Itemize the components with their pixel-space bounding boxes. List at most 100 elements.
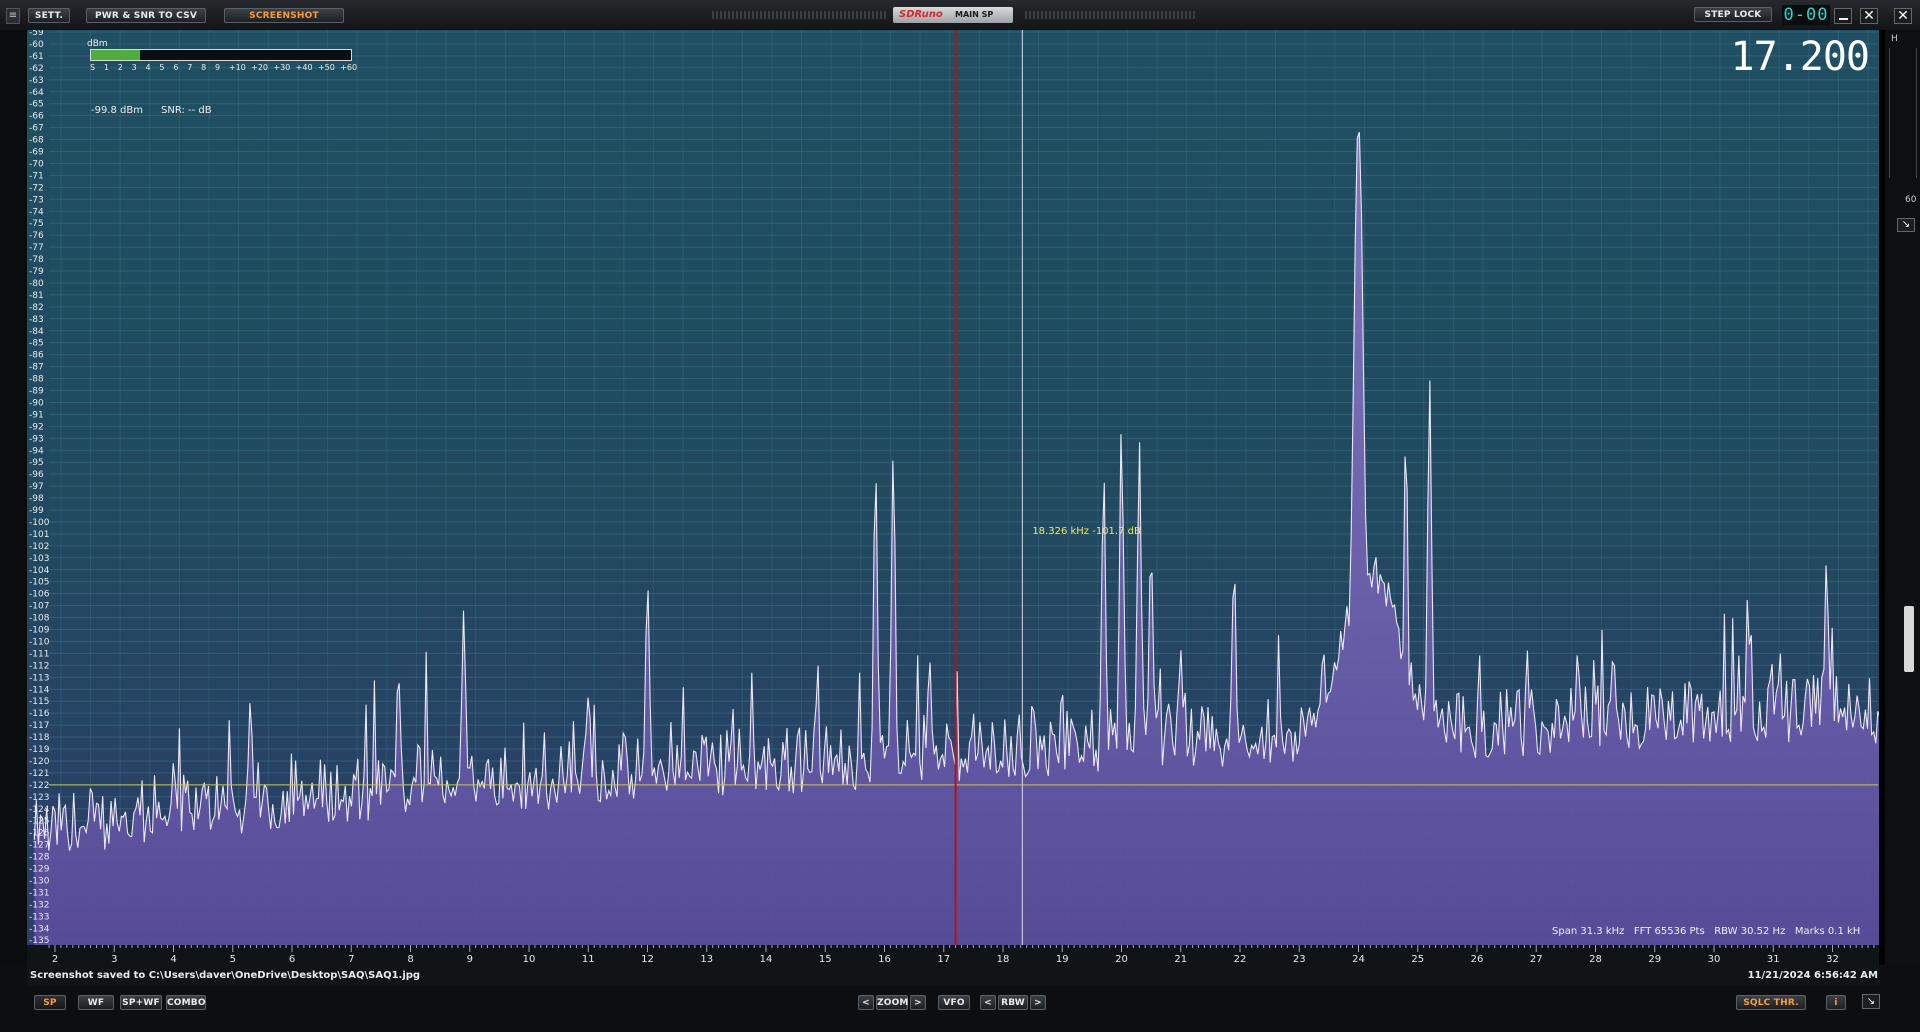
snr-readout: SNR: -- dB [161, 105, 212, 116]
meter-scale-label: 1 [103, 63, 109, 72]
y-tick-label: -65 [29, 100, 44, 110]
combo-mode-button[interactable]: COMBO [166, 995, 206, 1010]
y-tick-label: -80 [29, 279, 44, 289]
y-tick-label: -67 [29, 124, 44, 134]
x-tick-label: 26 [1471, 954, 1484, 965]
minimize-icon[interactable] [1834, 8, 1852, 24]
x-tick-label: 23 [1293, 954, 1306, 965]
x-tick-label: 30 [1708, 954, 1721, 965]
title-toolbar: ≡ SETT. PWR & SNR TO CSV SCREENSHOT SDRu… [0, 0, 1920, 30]
spectrum-panel[interactable]: -59 -60 -61 -62 -63 -64 -65 -66 -67 -68 -69 -70 -71 -… [27, 30, 1879, 966]
y-tick-label: -129 [29, 865, 50, 875]
zoom-button[interactable]: ZOOM [876, 995, 908, 1010]
settings-button[interactable]: SETT. [28, 8, 70, 23]
vfo-button[interactable]: VFO [938, 995, 970, 1010]
close-icon[interactable]: ✕ [1860, 8, 1878, 24]
sqlc-threshold-button[interactable]: SQLC THR. [1736, 995, 1806, 1010]
x-tick-label: 20 [1115, 954, 1128, 965]
zoom-next-button[interactable]: > [910, 995, 926, 1010]
right-side-panel: H 60 ↘ [1885, 30, 1920, 965]
y-tick-label: -93 [29, 434, 44, 444]
frequency-readout[interactable]: 17.200 [1731, 34, 1870, 80]
zoom-prev-button[interactable]: < [858, 995, 874, 1010]
rbw-prev-button[interactable]: < [980, 995, 996, 1010]
expand-icon[interactable]: ↘ [1897, 218, 1915, 232]
y-tick-label: -114 [29, 685, 50, 695]
x-tick-label: 31 [1767, 954, 1780, 965]
status-message: Screenshot saved to C:\Users\daver\OneDr… [30, 970, 421, 981]
status-timestamp: 11/21/2024 6:56:42 AM [1747, 970, 1878, 981]
meter-scale-label: S [90, 63, 96, 72]
desktop-background-strip [0, 30, 27, 965]
meter-scale-label: 5 [159, 63, 165, 72]
y-tick-label: -109 [29, 626, 50, 636]
y-tick-label: -128 [29, 853, 50, 863]
x-tick-label: 28 [1589, 954, 1602, 965]
rbw-next-button[interactable]: > [1030, 995, 1046, 1010]
title-grip-left[interactable] [712, 11, 887, 19]
x-tick-label: 22 [1234, 954, 1247, 965]
y-tick-label: -122 [29, 781, 49, 791]
y-tick-label: -71 [29, 171, 44, 181]
y-tick-label: -98 [29, 494, 44, 504]
y-tick-label: -107 [29, 602, 49, 612]
y-tick-label: -110 [29, 637, 50, 647]
y-tick-label: -90 [29, 398, 44, 408]
y-tick-label: -108 [29, 614, 50, 624]
x-tick-label: 11 [582, 954, 595, 965]
x-tick-label: 27 [1530, 954, 1543, 965]
y-tick-label: -102 [29, 542, 49, 552]
meter-scale-label: 6 [173, 63, 179, 72]
close-icon-outer[interactable]: ✕ [1894, 8, 1912, 24]
meter-scale: S 1 2 3 4 5 6 7 8 9 +10 +20 +30 +40 +50 +60 [90, 63, 357, 73]
x-tick-label: 12 [641, 954, 654, 965]
title-grip-right[interactable] [1025, 11, 1195, 19]
sdruno-logo: SDRuno [899, 9, 943, 20]
x-tick-label: 8 [407, 954, 413, 965]
pwr-snr-csv-button[interactable]: PWR & SNR TO CSV [86, 8, 206, 23]
y-tick-label: -116 [29, 709, 50, 719]
rbw-button[interactable]: RBW [998, 995, 1028, 1010]
y-tick-label: -76 [29, 231, 44, 241]
y-tick-label: -117 [29, 721, 49, 731]
span-info: Span 31.3 kHz [1552, 926, 1625, 937]
y-tick-label: -113 [29, 673, 49, 683]
wf-mode-button[interactable]: WF [78, 995, 114, 1010]
y-tick-label: -84 [29, 327, 44, 337]
info-button[interactable]: i [1826, 995, 1846, 1010]
sp-mode-button[interactable]: SP [34, 995, 66, 1010]
x-tick-label: 19 [1056, 954, 1069, 965]
screenshot-button[interactable]: SCREENSHOT [224, 8, 344, 23]
window-title: SDRuno MAIN SP [893, 7, 1013, 23]
meter-bar [90, 49, 352, 61]
y-tick-label: -75 [29, 219, 44, 229]
y-tick-label: -103 [29, 554, 49, 564]
y-tick-label: -127 [29, 841, 49, 851]
y-tick-label: -132 [29, 900, 49, 910]
y-tick-label: -74 [29, 207, 44, 217]
panel-scrollbar[interactable] [1904, 606, 1914, 672]
y-tick-label: -79 [29, 267, 44, 277]
resize-icon[interactable]: ↘ [1862, 994, 1880, 1009]
meter-scale-label: +50 [317, 63, 335, 72]
panel-slider-track[interactable] [1889, 48, 1917, 178]
y-tick-label: -134 [29, 924, 50, 934]
y-tick-label: -100 [29, 518, 50, 528]
sp-wf-mode-button[interactable]: SP+WF [120, 995, 162, 1010]
x-tick-label: 6 [289, 954, 295, 965]
spectrum-chart[interactable]: -59 -60 -61 -62 -63 -64 -65 -66 -67 -68 -69-70 -71 -… [27, 30, 1879, 966]
y-tick-label: -62 [29, 64, 44, 74]
y-tick-label: -83 [29, 315, 44, 325]
y-tick-label: -73 [29, 195, 44, 205]
y-tick-label: -63 [29, 76, 44, 86]
y-tick-label: -77 [29, 243, 44, 253]
y-tick-label: -89 [29, 387, 44, 397]
step-lock-button[interactable]: STEP LOCK [1694, 7, 1772, 22]
meter-scale-label: +10 [228, 63, 246, 72]
s-meter: dBm S 1 2 3 4 5 6 7 8 9 +10 +20 +30 +40 +50 +60 [49, 34, 357, 74]
menu-icon[interactable]: ≡ [6, 8, 20, 24]
meter-scale-label: +60 [340, 63, 358, 72]
y-tick-label: -70 [29, 159, 44, 169]
x-tick-label: 21 [1174, 954, 1187, 965]
power-readout: -99.8 dBm [91, 105, 144, 116]
